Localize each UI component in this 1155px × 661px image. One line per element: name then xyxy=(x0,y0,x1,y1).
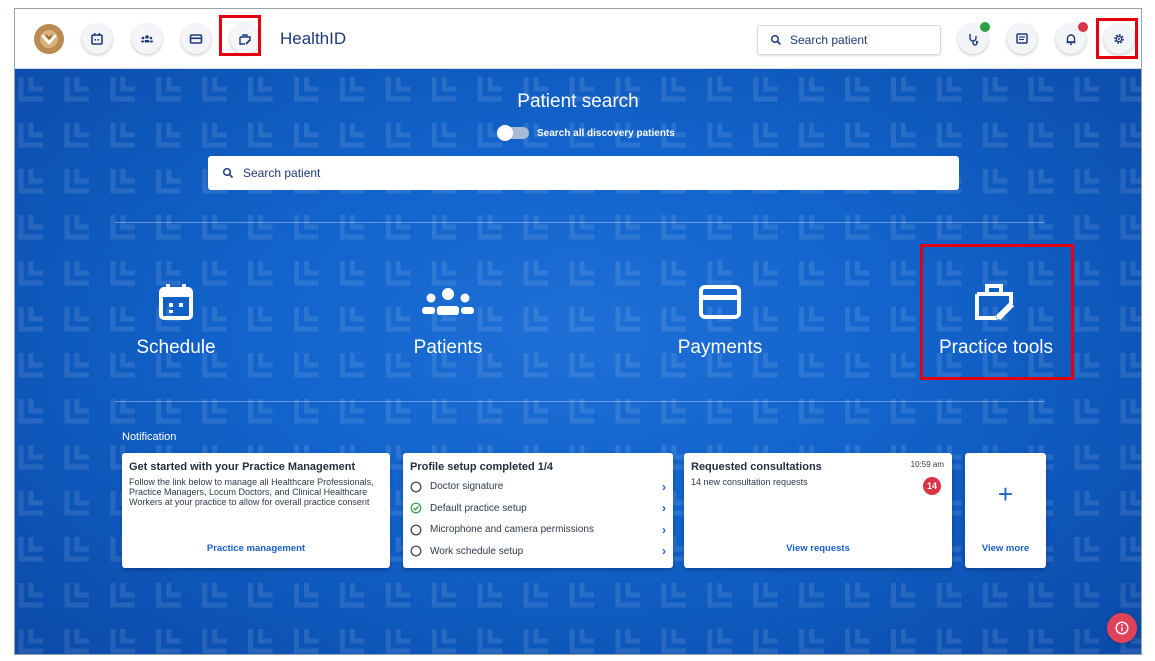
profile-setup-list: Doctor signature › Default practice setu… xyxy=(410,476,666,562)
message-icon xyxy=(1016,33,1028,44)
tile-patients[interactable]: Patients xyxy=(398,281,498,359)
view-more-link[interactable]: View more xyxy=(965,543,1046,554)
tile-practice-tools[interactable]: Practice tools xyxy=(930,281,1062,359)
consultations-time: 10:59 am xyxy=(910,460,944,469)
circle-outline-icon xyxy=(410,524,422,536)
profile-setup-title: Profile setup completed 1/4 xyxy=(410,461,554,473)
divider-bottom xyxy=(115,401,1045,402)
notifications-button[interactable] xyxy=(1056,22,1088,54)
chevron-right-icon: › xyxy=(662,544,666,559)
practice-card-text: Follow the link below to manage all Heal… xyxy=(129,477,374,507)
search-icon xyxy=(222,167,234,179)
nav-patients-button[interactable] xyxy=(132,24,162,54)
header-search-input[interactable]: Search patient xyxy=(757,25,941,55)
circle-outline-icon xyxy=(410,545,422,557)
setup-item-label: Default practice setup xyxy=(430,502,527,514)
header-search-placeholder: Search patient xyxy=(790,33,868,47)
setup-item-label: Work schedule setup xyxy=(430,545,524,557)
search-icon xyxy=(770,34,782,46)
top-bar: HealthID Search patient xyxy=(15,9,1141,69)
tile-payments-label: Payments xyxy=(677,337,763,358)
briefcase-edit-icon xyxy=(239,34,252,45)
bell-icon xyxy=(1066,34,1076,46)
stethoscope-icon xyxy=(969,34,979,46)
consultations-title: Requested consultations xyxy=(691,461,822,473)
group-icon xyxy=(422,288,474,315)
nav-schedule-button[interactable] xyxy=(82,24,112,54)
consultations-text: 14 new consultation requests xyxy=(691,477,808,487)
settings-button[interactable] xyxy=(1104,24,1134,54)
card-icon xyxy=(699,285,741,319)
briefcase-edit-icon xyxy=(975,284,1015,321)
stethoscope-button[interactable] xyxy=(958,22,990,54)
patient-search-input[interactable]: Search patient xyxy=(208,156,959,190)
chevron-right-icon: › xyxy=(662,479,666,494)
practice-management-link[interactable]: Practice management xyxy=(122,543,390,554)
gear-icon xyxy=(1114,34,1124,44)
tile-patients-label: Patients xyxy=(413,337,483,358)
view-more-card[interactable]: + View more xyxy=(965,453,1046,568)
plus-icon: + xyxy=(997,479,1014,509)
group-icon xyxy=(141,35,153,43)
consultations-count-badge: 14 xyxy=(923,477,941,495)
messages-button[interactable] xyxy=(1007,24,1037,54)
dashboard-hero: Patient search Search all discovery pati… xyxy=(15,69,1141,654)
patient-search-title: Patient search xyxy=(517,91,639,112)
setup-item-doctor-signature[interactable]: Doctor signature › xyxy=(410,476,666,498)
info-icon xyxy=(1115,621,1129,635)
setup-item-work-schedule[interactable]: Work schedule setup › xyxy=(410,541,666,563)
practice-management-card: Get started with your Practice Managemen… xyxy=(122,453,390,568)
card-icon xyxy=(189,34,203,44)
view-requests-link[interactable]: View requests xyxy=(684,543,952,554)
online-status-dot xyxy=(980,22,990,32)
setup-item-label: Microphone and camera permissions xyxy=(430,524,594,536)
setup-item-label: Doctor signature xyxy=(430,481,504,493)
tile-payments[interactable]: Payments xyxy=(670,281,770,359)
nav-practice-tools-button[interactable] xyxy=(230,24,260,54)
app-window: HealthID Search patient Patient search S… xyxy=(14,8,1142,655)
requested-consultations-card: Requested consultations 10:59 am 14 14 n… xyxy=(684,453,952,568)
info-button[interactable] xyxy=(1107,613,1137,643)
practice-card-title: Get started with your Practice Managemen… xyxy=(129,461,356,473)
calendar-icon xyxy=(159,284,193,320)
discovery-toggle-label: Search all discovery patients xyxy=(537,127,675,139)
app-title: HealthID xyxy=(280,29,347,48)
tile-schedule[interactable]: Schedule xyxy=(126,281,226,359)
profile-setup-card: Profile setup completed 1/4 Doctor signa… xyxy=(403,453,673,568)
tile-practice-tools-label: Practice tools xyxy=(938,337,1054,358)
chevron-right-icon: › xyxy=(662,522,666,537)
notification-section-label: Notification xyxy=(122,431,177,443)
circle-outline-icon xyxy=(410,481,422,493)
setup-item-default-practice[interactable]: Default practice setup › xyxy=(410,498,666,520)
tile-schedule-label: Schedule xyxy=(136,337,216,358)
nav-payments-button[interactable] xyxy=(181,24,211,54)
patient-search-placeholder: Search patient xyxy=(243,166,321,180)
calendar-icon xyxy=(91,33,103,45)
check-circle-icon xyxy=(410,502,422,514)
app-logo-icon[interactable] xyxy=(34,24,64,54)
chevron-right-icon: › xyxy=(662,501,666,516)
discovery-toggle-switch[interactable] xyxy=(497,125,529,141)
setup-item-mic-camera[interactable]: Microphone and camera permissions › xyxy=(410,519,666,541)
discovery-toggle-row: Search all discovery patients xyxy=(497,125,675,141)
divider-top xyxy=(115,222,1045,223)
notification-dot xyxy=(1078,22,1088,32)
